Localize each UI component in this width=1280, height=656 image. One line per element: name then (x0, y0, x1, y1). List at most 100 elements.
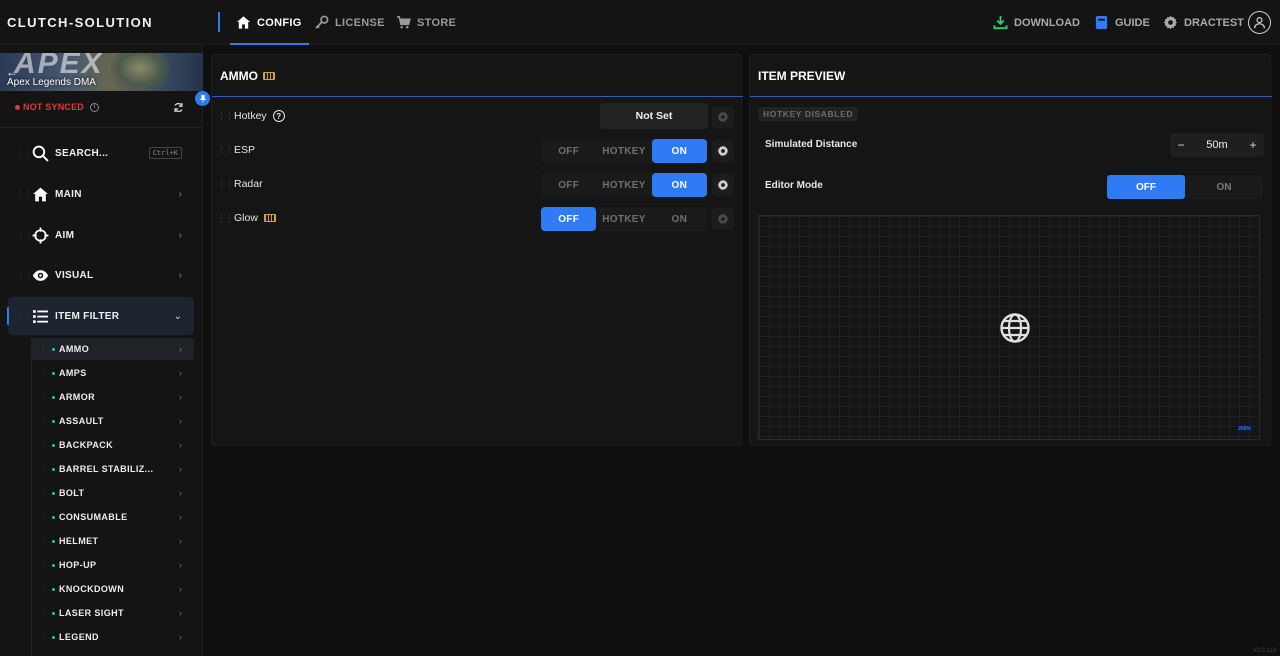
subitem-label: LEGEND (59, 632, 99, 642)
drag-handle[interactable]: ⋮ (40, 633, 47, 641)
decrement-button[interactable]: − (1170, 138, 1192, 152)
status-dot (52, 443, 55, 447)
pin-icon[interactable] (195, 91, 210, 106)
radar-hotkey-option[interactable]: HOTKEY (596, 173, 651, 197)
status-dot (52, 587, 55, 591)
drag-handle[interactable]: ⋮ (40, 609, 47, 617)
sidebar-divider (0, 127, 203, 128)
tab-store[interactable]: STORE (396, 0, 456, 45)
download-label: DOWNLOAD (1014, 16, 1080, 29)
row-settings-button[interactable] (712, 106, 734, 128)
drag-handle[interactable]: ⋮ (40, 441, 47, 449)
drag-handle[interactable]: ⋮⋮ (16, 311, 33, 322)
row-settings-button[interactable] (712, 140, 734, 162)
sidebar-subitem-backpack[interactable]: ⋮ BACKPACK › (31, 434, 194, 456)
drag-handle[interactable]: ⋮ (40, 489, 47, 497)
sidebar-subitem-bolt[interactable]: ⋮ BOLT › (31, 482, 194, 504)
drag-handle[interactable]: ⋮ (40, 393, 47, 401)
editor-mode-label: Editor Mode (765, 180, 823, 191)
subitem-label: AMMO (59, 344, 90, 354)
tab-license[interactable]: LICENSE (314, 0, 385, 45)
drag-handle[interactable]: ⋮ (40, 513, 47, 521)
drag-handle[interactable]: ⋮ (40, 585, 47, 593)
crosshair-icon (31, 226, 49, 244)
sidebar-item-item-filter[interactable]: ⋮⋮ ITEM FILTER ⌄ (7, 297, 194, 335)
radar-on-option[interactable]: ON (651, 173, 707, 197)
esp-off-option[interactable]: OFF (541, 139, 596, 163)
increment-button[interactable]: + (1242, 138, 1264, 152)
sidebar-subitem-helmet[interactable]: ⋮ HELMET › (31, 530, 194, 552)
chevron-right-icon: › (179, 440, 182, 450)
drag-handle[interactable]: ⋮ (40, 465, 47, 473)
preview-canvas[interactable]: 200% (758, 215, 1260, 440)
help-icon[interactable]: ? (272, 110, 285, 122)
chevron-right-icon: › (179, 560, 182, 570)
username-label: DRACTEST (1184, 16, 1244, 29)
sidebar-subitem-assault[interactable]: ⋮ ASSAULT › (31, 410, 194, 432)
chevron-right-icon: › (179, 416, 182, 426)
drag-handle[interactable]: ⋮⋮ (16, 230, 33, 241)
panel-title-text: AMMO (220, 69, 258, 83)
sync-status: NOT SYNCED i (15, 102, 100, 112)
sidebar-item-label: VISUAL (55, 269, 94, 281)
glow-on-option[interactable]: ON (652, 207, 707, 231)
info-icon[interactable]: i (90, 102, 100, 112)
sidebar-item-label: AIM (55, 229, 75, 241)
chevron-right-icon: › (179, 632, 182, 642)
sidebar-subitem-laser-sight[interactable]: ⋮ LASER SIGHT › (31, 602, 194, 624)
sidebar-search[interactable]: ⋮⋮ SEARCH... Ctrl+K (8, 134, 194, 172)
download-button[interactable]: DOWNLOAD (993, 0, 1080, 45)
guide-button[interactable]: GUIDE (1094, 0, 1150, 45)
sidebar-subitem-consumable[interactable]: ⋮ CONSUMABLE › (31, 506, 194, 528)
keyboard-icon (263, 214, 276, 222)
panel-divider (212, 96, 743, 97)
editor-off-option[interactable]: OFF (1107, 175, 1185, 199)
row-settings-button[interactable] (712, 208, 734, 230)
glow-hotkey-option[interactable]: HOTKEY (596, 207, 651, 231)
editor-on-option[interactable]: ON (1185, 175, 1263, 199)
drag-handle[interactable]: ⋮ (40, 417, 47, 425)
drag-handle[interactable]: ⋮⋮ (217, 213, 234, 224)
drag-handle[interactable]: ⋮⋮ (217, 179, 234, 190)
drag-handle[interactable]: ⋮⋮ (16, 148, 33, 159)
sidebar-subitem-hop-up[interactable]: ⋮ HOP-UP › (31, 554, 194, 576)
chevron-right-icon: › (179, 608, 182, 618)
sidebar-item-aim[interactable]: ⋮⋮ AIM › (8, 216, 194, 254)
sidebar-item-visual[interactable]: ⋮⋮ VISUAL › (8, 256, 194, 294)
glow-off-option[interactable]: OFF (541, 207, 597, 231)
sidebar-subitem-barrel-stabilizer[interactable]: ⋮ BARREL STABILIZ... › (31, 458, 194, 480)
home-icon (236, 16, 251, 29)
tab-config[interactable]: CONFIG (230, 0, 309, 45)
sidebar-subitem-armor[interactable]: ⋮ ARMOR › (31, 386, 194, 408)
drag-handle[interactable]: ⋮ (40, 561, 47, 569)
radar-off-option[interactable]: OFF (541, 173, 596, 197)
chevron-right-icon: › (179, 512, 182, 522)
game-banner[interactable]: APEX ← Apex Legends DMA (0, 53, 203, 91)
book-icon (1095, 15, 1108, 30)
chevron-right-icon: › (178, 269, 182, 281)
refresh-icon[interactable] (173, 102, 184, 113)
subitem-label: BACKPACK (59, 440, 114, 450)
hotkey-label: Hotkey (234, 110, 267, 122)
sidebar-item-main[interactable]: ⋮⋮ MAIN › (8, 175, 194, 213)
hotkey-binding-button[interactable]: Not Set (600, 103, 708, 129)
drag-handle[interactable]: ⋮⋮ (16, 189, 33, 200)
esp-hotkey-option[interactable]: HOTKEY (596, 139, 651, 163)
sidebar-subitem-knockdown[interactable]: ⋮ KNOCKDOWN › (31, 578, 194, 600)
row-settings-button[interactable] (712, 174, 734, 196)
sidebar-subitem-amps[interactable]: ⋮ AMPS › (31, 362, 194, 384)
esp-on-option[interactable]: ON (651, 139, 707, 163)
drag-handle[interactable]: ⋮⋮ (217, 111, 234, 122)
drag-handle[interactable]: ⋮⋮ (217, 145, 234, 156)
status-dot (52, 515, 55, 519)
chevron-right-icon: › (179, 488, 182, 498)
sidebar-subitem-ammo[interactable]: ⋮ AMMO › (31, 338, 194, 360)
version-label: v3.0.113 (1253, 648, 1276, 654)
user-settings-button[interactable]: DRACTEST (1163, 0, 1244, 45)
avatar[interactable] (1248, 11, 1271, 34)
drag-handle[interactable]: ⋮ (40, 345, 47, 353)
drag-handle[interactable]: ⋮ (40, 369, 47, 377)
sidebar-subitem-legend[interactable]: ⋮ LEGEND › (31, 626, 194, 648)
drag-handle[interactable]: ⋮⋮ (16, 270, 33, 281)
drag-handle[interactable]: ⋮ (40, 537, 47, 545)
